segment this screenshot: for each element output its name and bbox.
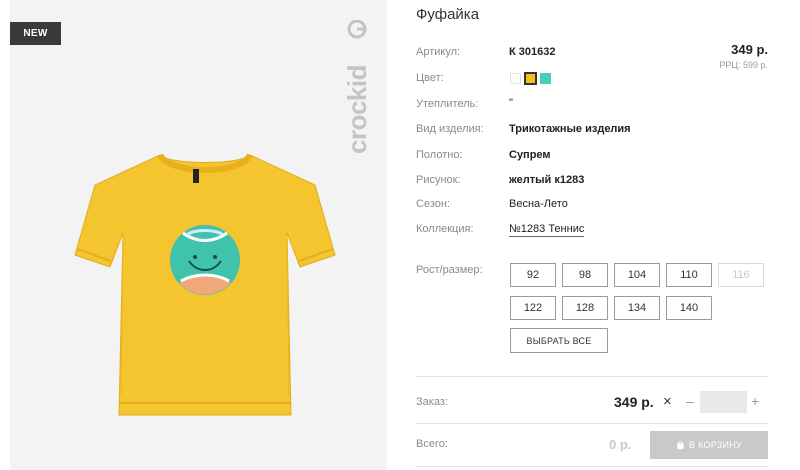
size-option-140[interactable]: 140 — [666, 296, 712, 320]
article-value: К 301632 — [509, 46, 556, 58]
pattern-label: Рисунок: — [416, 174, 461, 186]
size-option-98[interactable]: 98 — [562, 263, 608, 287]
quantity-input[interactable] — [700, 391, 747, 413]
item-type-value: Трикотажные изделия — [509, 123, 631, 135]
order-price: 349 р. — [614, 394, 654, 410]
crockid-logo: crockid — [342, 20, 372, 154]
size-label: Рост/размер: — [416, 264, 483, 276]
insulation-label: Утеплитель: — [416, 98, 479, 110]
recommended-price: РРЦ: 599 р. — [719, 60, 768, 70]
tennis-ball-print — [170, 225, 240, 295]
size-option-134[interactable]: 134 — [614, 296, 660, 320]
total-label: Всего: — [416, 438, 448, 450]
decrease-quantity-button[interactable]: – — [686, 393, 694, 409]
new-badge: NEW — [10, 22, 61, 45]
item-type-label: Вид изделия: — [416, 123, 484, 135]
fabric-label: Полотно: — [416, 149, 463, 161]
color-swatch-teal[interactable] — [540, 73, 551, 84]
divider — [416, 376, 768, 377]
times-icon: × — [663, 393, 672, 410]
pattern-value: желтый к1283 — [509, 174, 585, 186]
tshirt-image — [74, 153, 336, 416]
collection-link[interactable]: №1283 Теннис — [509, 223, 585, 237]
select-all-button[interactable]: ВЫБРАТЬ ВСЕ — [510, 328, 608, 353]
increase-quantity-button[interactable]: + — [751, 393, 759, 409]
svg-text:crockid: crockid — [342, 65, 372, 154]
season-label: Сезон: — [416, 198, 450, 210]
size-option-110[interactable]: 110 — [666, 263, 712, 287]
add-to-cart-button[interactable]: В КОРЗИНУ — [650, 431, 768, 459]
product-price: 349 р. — [731, 42, 768, 57]
size-option-92[interactable]: 92 — [510, 263, 556, 287]
size-option-122[interactable]: 122 — [510, 296, 556, 320]
season-value: Весна-Лето — [509, 198, 568, 210]
color-swatch-white[interactable] — [510, 73, 521, 84]
insulation-value: " — [509, 97, 513, 109]
size-option-104[interactable]: 104 — [614, 263, 660, 287]
product-title: Фуфайка — [416, 6, 480, 23]
total-value: 0 р. — [609, 437, 632, 452]
divider — [416, 466, 768, 467]
cart-icon — [676, 440, 684, 449]
color-swatch-yellow-selected[interactable] — [524, 72, 537, 85]
product-image-panel: NEW crockid — [10, 0, 387, 470]
collection-label: Коллекция: — [416, 223, 474, 235]
size-option-116-disabled: 116 — [718, 263, 764, 287]
fabric-value: Супрем — [509, 149, 551, 161]
color-label: Цвет: — [416, 72, 444, 84]
order-label: Заказ: — [416, 396, 448, 408]
add-to-cart-label: В КОРЗИНУ — [688, 440, 743, 450]
divider — [416, 423, 768, 424]
article-label: Артикул: — [416, 46, 461, 58]
size-option-128[interactable]: 128 — [562, 296, 608, 320]
